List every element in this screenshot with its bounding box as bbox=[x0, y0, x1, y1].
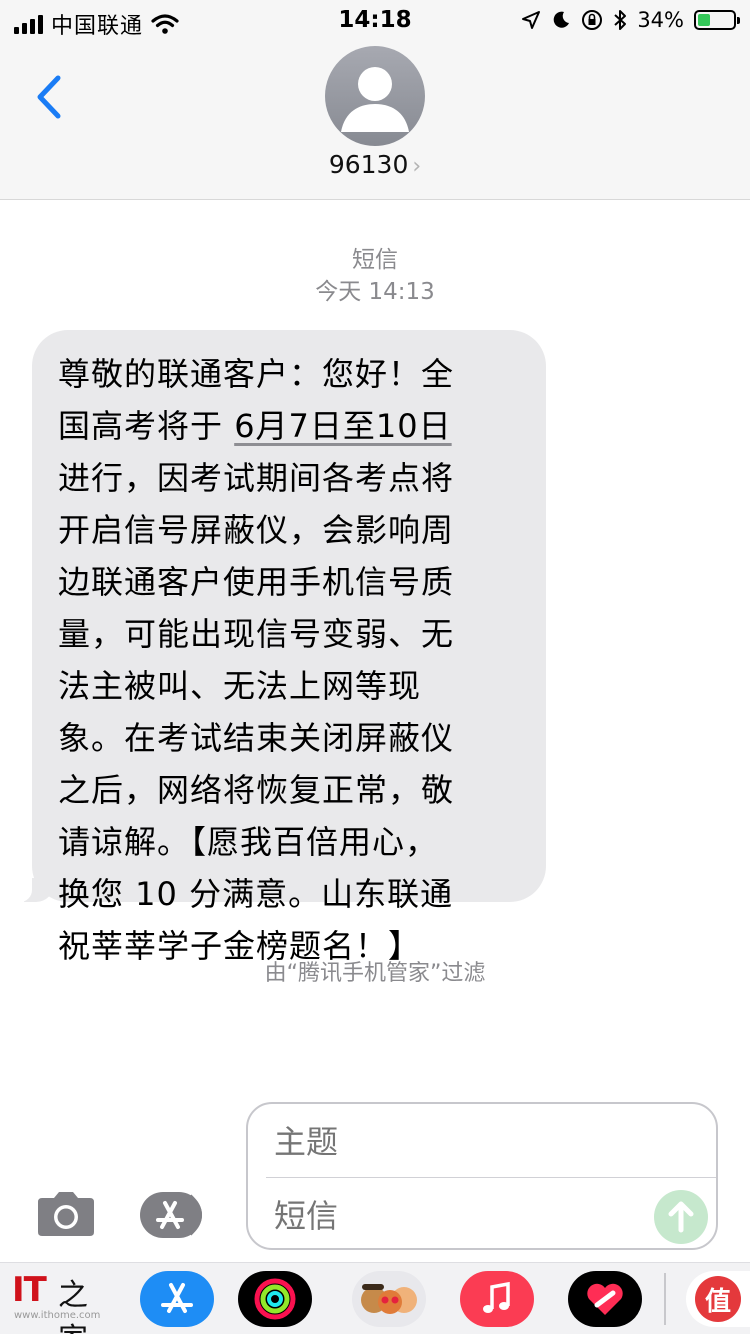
battery-percent: 34% bbox=[637, 8, 684, 32]
drawer-separator bbox=[664, 1273, 666, 1325]
date-link[interactable]: 6月7日至10日 bbox=[234, 407, 451, 445]
digital-touch-app[interactable] bbox=[568, 1271, 642, 1327]
message-timestamp: 今天 14:13 bbox=[315, 279, 435, 305]
watermark-it: IT bbox=[12, 1270, 47, 1310]
incoming-message-bubble[interactable]: 尊敬的联通客户：您好！全 国高考将于 6月7日至10日 进行，因考试期间各考点将… bbox=[16, 330, 546, 965]
contact-number[interactable]: 96130 bbox=[329, 150, 409, 179]
message-line: 法主被叫、无法上网等现 bbox=[58, 667, 422, 705]
memoji-icon bbox=[361, 1284, 417, 1314]
activity-app[interactable] bbox=[238, 1271, 312, 1327]
message-line: 请谅解。【愿我百倍用心， bbox=[58, 823, 439, 861]
moon-icon bbox=[554, 11, 570, 28]
arrow-up-icon bbox=[668, 1201, 694, 1233]
smzdm-app[interactable]: 值 bbox=[686, 1271, 750, 1327]
activity-icon bbox=[254, 1278, 296, 1320]
back-chevron-icon[interactable] bbox=[30, 72, 70, 122]
rotation-lock-icon bbox=[582, 10, 603, 30]
contact-name[interactable]: 96130 › bbox=[0, 150, 750, 179]
message-line: 量，可能出现信号变弱、无 bbox=[58, 615, 455, 653]
app-drawer: 值 bbox=[0, 1262, 750, 1334]
send-button[interactable] bbox=[654, 1190, 708, 1244]
battery-level bbox=[698, 14, 710, 26]
battery-charging-icon bbox=[694, 10, 740, 30]
message-line: 祝莘莘学子金榜题名！】 bbox=[58, 927, 422, 965]
location-icon bbox=[522, 11, 541, 29]
ithome-watermark: IT 之家 www.ithome.com bbox=[12, 1266, 108, 1334]
message-fragment: 国高考将于 bbox=[58, 407, 224, 445]
message-line: 象。在考试结束关闭屏蔽仪 bbox=[58, 719, 455, 757]
message-type-label: 短信 bbox=[352, 247, 398, 273]
app-store-app[interactable] bbox=[140, 1271, 214, 1327]
app-store-icon bbox=[161, 1283, 193, 1313]
person-silhouette-icon bbox=[341, 67, 409, 132]
contact-avatar[interactable] bbox=[325, 46, 425, 146]
message-line: 尊敬的联通客户：您好！全 bbox=[58, 355, 455, 393]
status-bar: 中国联通 14:18 34% bbox=[0, 0, 750, 40]
watermark-home: 之家 bbox=[58, 1278, 88, 1334]
digital-touch-icon bbox=[587, 1283, 623, 1315]
message-line: 进行，因考试期间各考点将 bbox=[58, 459, 455, 497]
message-line: 开启信号屏蔽仪，会影响周 bbox=[58, 511, 455, 549]
subject-input[interactable] bbox=[274, 1120, 694, 1164]
watermark-url: www.ithome.com bbox=[14, 1310, 101, 1321]
message-input[interactable] bbox=[274, 1194, 634, 1238]
smzdm-icon: 值 bbox=[695, 1276, 741, 1322]
chevron-right-icon: › bbox=[412, 154, 422, 179]
message-composer[interactable] bbox=[246, 1102, 718, 1250]
bluetooth-icon bbox=[614, 10, 627, 30]
message-line: 国高考将于 6月7日至10日 bbox=[58, 400, 520, 452]
app-store-icon bbox=[140, 1192, 202, 1238]
composer-divider bbox=[266, 1177, 716, 1178]
message-text: 尊敬的联通客户：您好！全 国高考将于 6月7日至10日 进行，因考试期间各考点将… bbox=[58, 348, 520, 972]
music-icon bbox=[483, 1281, 510, 1313]
camera-icon[interactable] bbox=[34, 1190, 98, 1238]
music-app[interactable] bbox=[460, 1271, 534, 1327]
message-line: 换您 10 分满意。山东联通 bbox=[58, 875, 454, 913]
message-line: 边联通客户使用手机信号质 bbox=[58, 563, 455, 601]
message-line: 之后，网络将恢复正常，敬 bbox=[58, 771, 455, 809]
memoji-app[interactable] bbox=[352, 1271, 426, 1327]
app-store-button[interactable] bbox=[138, 1190, 214, 1240]
